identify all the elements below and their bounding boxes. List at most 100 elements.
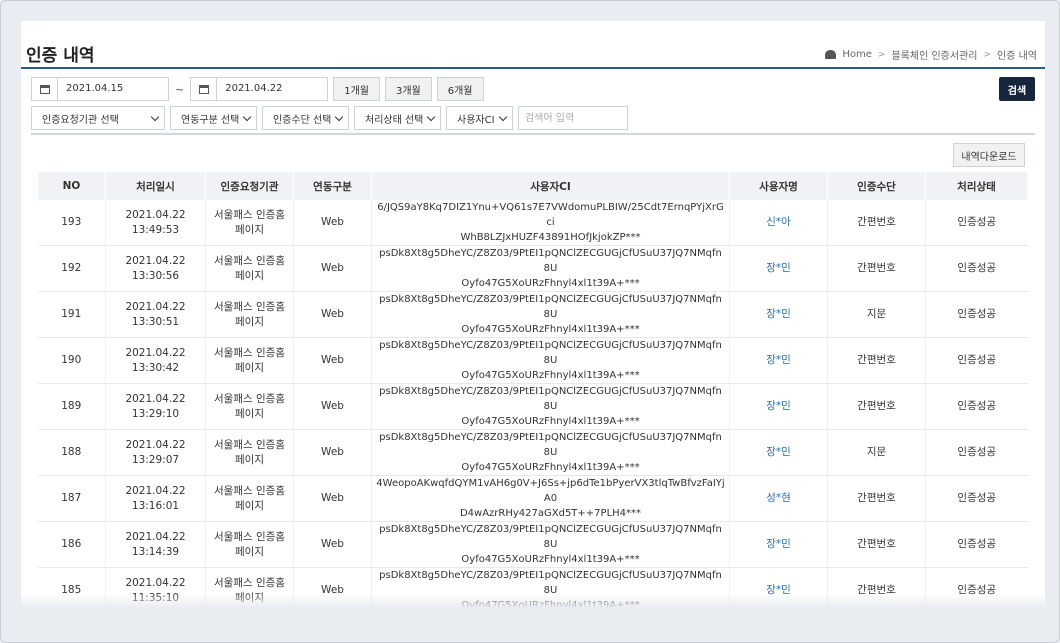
- cell-auth-method: 간편번호: [827, 475, 926, 522]
- search-field-select-label: 사용자CI: [457, 114, 495, 126]
- cell-user-name-text: 장*민: [766, 446, 791, 458]
- cell-status-text: 인증성공: [957, 492, 997, 504]
- cell-status-text: 인증성공: [957, 308, 997, 320]
- cell-no-text: 186: [61, 538, 82, 550]
- table-row[interactable]: 190 2021.04.22 13:30:42 서울패스 인증홈 페이지 Web psDk8…: [37, 337, 1028, 384]
- cell-no-text: 192: [61, 262, 82, 274]
- column-header: 인증요청기관: [205, 172, 294, 200]
- cell-org: 서울패스 인증홈페이지: [205, 337, 294, 384]
- cell-link-type-text: Web: [321, 354, 344, 366]
- calendar-icon[interactable]: [32, 78, 58, 100]
- cell-status: 인증성공: [925, 475, 1028, 522]
- cell-datetime-text: 13:14:39: [131, 545, 180, 558]
- cell-user-name[interactable]: 성*현: [729, 475, 828, 522]
- cell-user-name[interactable]: 장*민: [729, 337, 828, 384]
- cell-datetime: 2021.04.22 13:49:53: [105, 200, 206, 246]
- period-1month-button[interactable]: 1개월: [333, 77, 380, 101]
- cell-user-name-text: 신*아: [766, 216, 791, 228]
- period-3month-button[interactable]: 3개월: [384, 77, 432, 101]
- cell-status: 인증성공: [925, 200, 1028, 246]
- cell-datetime: 2021.04.22 13:30:51: [105, 291, 206, 338]
- cell-datetime: 2021.04.22 13:30:56: [105, 245, 206, 292]
- cell-no-text: 189: [61, 400, 82, 412]
- auth-method-select[interactable]: 인증수단 선택: [262, 106, 349, 130]
- cell-org-text: 페이지: [235, 361, 264, 374]
- filter-row-date: 2021.04.15 ~ 2021.04.22 1개월 3개월 6개월 검색: [31, 77, 1035, 101]
- cell-user-ci: psDk8Xt8g5DheYC/Z8Z03/9PtEI1pQNClZECGUGj…: [371, 521, 730, 568]
- cell-datetime-text: 2021.04.22: [125, 392, 186, 405]
- cell-user-ci: psDk8Xt8g5DheYC/Z8Z03/9PtEI1pQNClZECGUGj…: [371, 337, 730, 384]
- cell-datetime-text: 13:49:53: [131, 223, 180, 236]
- table-row[interactable]: 192 2021.04.22 13:30:56 서울패스 인증홈 페이지 Web psDk8…: [37, 245, 1028, 292]
- start-date-picker[interactable]: 2021.04.15: [31, 77, 169, 101]
- cell-org-text: 서울패스 인증홈: [214, 530, 285, 543]
- breadcrumb-separator-icon: >: [877, 49, 886, 60]
- cell-no: 191: [37, 291, 106, 338]
- breadcrumb: Home > 블록체인 인증서관리 > 인증 내역: [825, 47, 1037, 62]
- cell-user-ci: psDk8Xt8g5DheYC/Z8Z03/9PtEI1pQNClZECGUGj…: [371, 291, 730, 338]
- cell-datetime-text: 2021.04.22: [125, 576, 186, 589]
- cell-user-name-text: 장*민: [766, 400, 791, 412]
- download-history-button[interactable]: 내역다운로드: [953, 143, 1025, 167]
- cell-user-ci-text: psDk8Xt8g5DheYC/Z8Z03/9PtEI1pQNClZECGUGj…: [379, 524, 722, 550]
- cell-user-name[interactable]: 장*민: [729, 291, 828, 338]
- cell-org-text: 서울패스 인증홈: [214, 392, 285, 405]
- search-field-select[interactable]: 사용자CI: [446, 106, 513, 130]
- cell-org-text: 페이지: [235, 223, 264, 236]
- cell-user-name[interactable]: 장*민: [729, 429, 828, 476]
- cell-user-name-text: 장*민: [766, 354, 791, 366]
- cell-org-text: 페이지: [235, 453, 264, 466]
- search-input[interactable]: [518, 106, 628, 130]
- cell-datetime-text: 13:30:51: [131, 315, 180, 328]
- status-select[interactable]: 처리상태 선택: [354, 106, 441, 130]
- cell-no: 186: [37, 521, 106, 568]
- cell-status-text: 인증성공: [957, 354, 997, 366]
- cell-auth-method-text: 간편번호: [857, 538, 896, 550]
- column-header: NO: [37, 172, 106, 200]
- cell-user-ci-text: Oyfo47G5XoURzFhnyl4xl1t39A+***: [461, 554, 640, 565]
- cell-user-ci-text: psDk8Xt8g5DheYC/Z8Z03/9PtEI1pQNClZECGUGj…: [379, 248, 722, 274]
- table-row[interactable]: 186 2021.04.22 13:14:39 서울패스 인증홈 페이지 Web psDk8…: [37, 521, 1028, 568]
- cell-user-ci-text: psDk8Xt8g5DheYC/Z8Z03/9PtEI1pQNClZECGUGj…: [379, 432, 722, 458]
- cell-user-ci-text: 6/JQS9aY8Kq7DIZ1Ynu+VQ61s7E7VWdomuPLBIW/…: [377, 202, 724, 228]
- cell-user-name-text: 성*현: [766, 492, 791, 504]
- table-row[interactable]: 187 2021.04.22 13:16:01 서울패스 인증홈 페이지 Web 4Weop…: [37, 475, 1028, 522]
- cell-user-ci-text: D4wAzrRHy427aGXd5T++7PLH4***: [459, 508, 642, 519]
- cell-org: 서울패스 인증홈페이지: [205, 200, 294, 246]
- cell-user-name[interactable]: 장*민: [729, 383, 828, 430]
- table-row[interactable]: 188 2021.04.22 13:29:07 서울패스 인증홈 페이지 Web psDk8…: [37, 429, 1028, 476]
- cell-datetime-text: 2021.04.22: [125, 530, 186, 543]
- cell-user-name[interactable]: 장*민: [729, 245, 828, 292]
- cell-link-type: Web: [293, 337, 372, 384]
- table-row[interactable]: 191 2021.04.22 13:30:51 서울패스 인증홈 페이지 Web psDk8…: [37, 291, 1028, 338]
- cell-user-name[interactable]: 장*민: [729, 521, 828, 568]
- cell-org-text: 페이지: [235, 315, 264, 328]
- cell-datetime-text: 2021.04.22: [125, 484, 186, 497]
- breadcrumb-blockchain-cert[interactable]: 블록체인 인증서관리: [891, 47, 977, 62]
- org-select[interactable]: 인증요청기관 선택: [31, 106, 165, 130]
- link-type-select[interactable]: 연동구분 선택: [170, 106, 257, 130]
- filter-row-selects: 인증요청기관 선택 연동구분 선택 인증수단 선택 처리상태 선택 사용자CI: [31, 106, 1035, 130]
- table-row[interactable]: 189 2021.04.22 13:29:10 서울패스 인증홈 페이지 Web psDk8…: [37, 383, 1028, 430]
- cell-status: 인증성공: [925, 383, 1028, 430]
- cell-link-type: Web: [293, 475, 372, 522]
- cell-auth-method-text: 지문: [866, 446, 887, 458]
- end-date-value[interactable]: 2021.04.22: [217, 78, 327, 100]
- end-date-picker[interactable]: 2021.04.22: [190, 77, 329, 101]
- cell-datetime-text: 2021.04.22: [125, 346, 186, 359]
- cell-auth-method: 지문: [827, 291, 926, 338]
- cell-no: 187: [37, 475, 106, 522]
- cell-auth-method: 지문: [827, 429, 926, 476]
- cell-status-text: 인증성공: [957, 400, 997, 412]
- table-row[interactable]: 193 2021.04.22 13:49:53 서울패스 인증홈 페이지 Web 6/JQS…: [37, 200, 1028, 246]
- breadcrumb-home[interactable]: Home: [842, 49, 872, 60]
- cell-no: 188: [37, 429, 106, 476]
- search-button[interactable]: 검색: [999, 77, 1035, 101]
- cell-user-name[interactable]: 신*아: [729, 200, 828, 246]
- period-6month-button[interactable]: 6개월: [436, 77, 484, 101]
- calendar-icon[interactable]: [191, 78, 218, 100]
- start-date-value[interactable]: 2021.04.15: [58, 78, 168, 100]
- chevron-down-icon: [498, 112, 508, 121]
- cell-no-text: 187: [61, 492, 82, 504]
- cell-org-text: 페이지: [235, 407, 264, 420]
